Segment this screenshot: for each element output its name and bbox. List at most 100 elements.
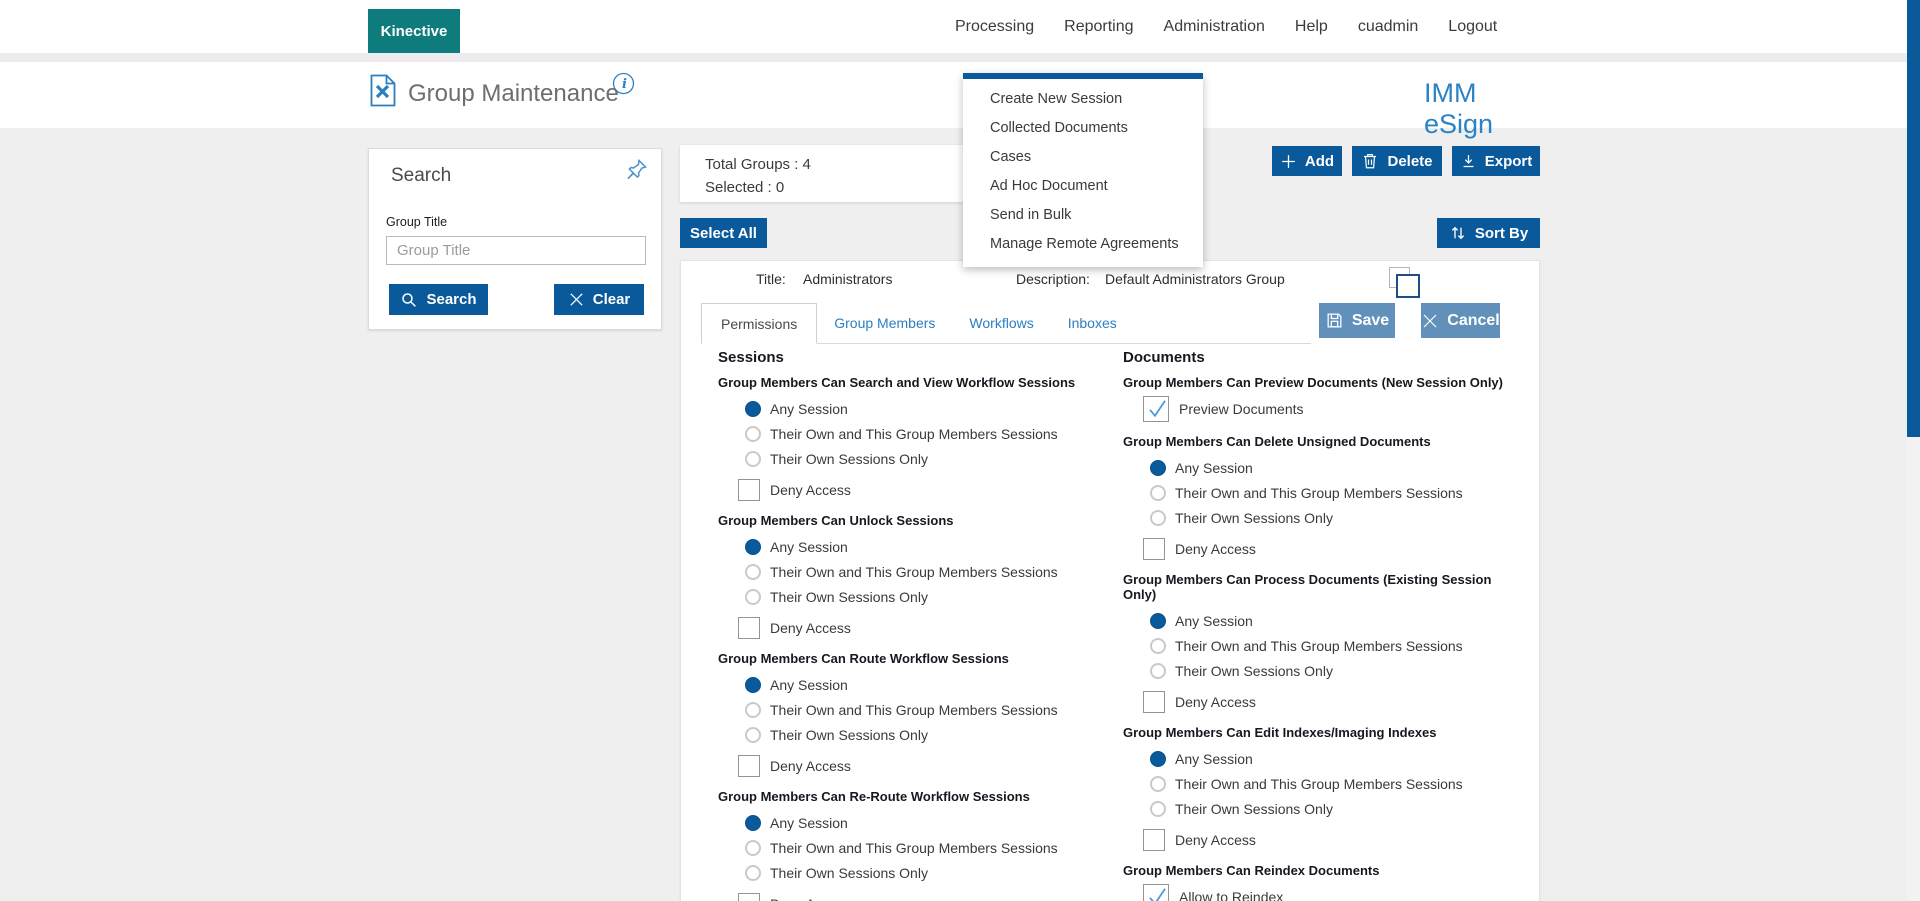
checkbox-row[interactable]: Preview Documents — [1143, 396, 1523, 422]
menu-item-cases[interactable]: Cases — [963, 143, 1203, 172]
checkbox-deny-access[interactable] — [738, 893, 760, 901]
checkbox-allow-to-reindex[interactable] — [1143, 884, 1169, 901]
nav-item-administration[interactable]: Administration — [1164, 18, 1265, 36]
radio-label: Any Session — [770, 677, 848, 693]
radio-row[interactable]: Their Own Sessions Only — [718, 584, 1118, 609]
group-select-checkbox[interactable] — [1389, 267, 1421, 299]
radio-row[interactable]: Their Own Sessions Only — [718, 446, 1118, 471]
tab-workflows[interactable]: Workflows — [952, 303, 1050, 343]
menu-item-collected-documents[interactable]: Collected Documents — [963, 114, 1203, 143]
checkbox-row[interactable]: Deny Access — [738, 893, 1118, 901]
export-button[interactable]: Export — [1452, 146, 1540, 176]
info-icon[interactable]: i — [612, 72, 635, 95]
radio-row[interactable]: Any Session — [1123, 746, 1523, 771]
radio-their-own-sessions-only[interactable] — [1150, 510, 1166, 526]
radio-row[interactable]: Their Own Sessions Only — [1123, 505, 1523, 530]
checkbox-label: Allow to Reindex — [1179, 889, 1283, 901]
radio-row[interactable]: Any Session — [718, 672, 1118, 697]
radio-row[interactable]: Their Own and This Group Members Session… — [1123, 480, 1523, 505]
page-scrollbar[interactable] — [1907, 0, 1920, 901]
checkbox-row[interactable]: Deny Access — [1143, 829, 1523, 851]
radio-their-own-and-this-group-members-sessions[interactable] — [1150, 776, 1166, 792]
tab-permissions[interactable]: Permissions — [701, 303, 817, 344]
radio-any-session[interactable] — [1150, 460, 1166, 476]
checkbox-row[interactable]: Deny Access — [738, 617, 1118, 639]
radio-row[interactable]: Any Session — [718, 396, 1118, 421]
radio-their-own-sessions-only[interactable] — [745, 727, 761, 743]
checkbox-deny-access[interactable] — [1143, 829, 1165, 851]
radio-their-own-and-this-group-members-sessions[interactable] — [1150, 638, 1166, 654]
cancel-button[interactable]: Cancel — [1421, 303, 1500, 338]
radio-row[interactable]: Their Own and This Group Members Session… — [1123, 633, 1523, 658]
radio-any-session[interactable] — [745, 539, 761, 555]
radio-their-own-sessions-only[interactable] — [1150, 663, 1166, 679]
checkbox-deny-access[interactable] — [1143, 538, 1165, 560]
nav-item-reporting[interactable]: Reporting — [1064, 18, 1133, 36]
sort-by-button[interactable]: Sort By — [1437, 218, 1540, 248]
nav-item-help[interactable]: Help — [1295, 18, 1328, 36]
add-button[interactable]: Add — [1272, 146, 1342, 176]
radio-their-own-and-this-group-members-sessions[interactable] — [745, 702, 761, 718]
menu-item-ad-hoc-document[interactable]: Ad Hoc Document — [963, 172, 1203, 201]
checkbox-deny-access[interactable] — [738, 755, 760, 777]
checkbox-row[interactable]: Deny Access — [738, 479, 1118, 501]
select-all-button[interactable]: Select All — [680, 218, 767, 248]
radio-row[interactable]: Their Own Sessions Only — [1123, 658, 1523, 683]
scrollbar-thumb[interactable] — [1907, 0, 1920, 437]
radio-their-own-sessions-only[interactable] — [745, 451, 761, 467]
nav-item-processing[interactable]: Processing — [955, 18, 1034, 36]
menu-item-send-in-bulk[interactable]: Send in Bulk — [963, 201, 1203, 230]
radio-row[interactable]: Any Session — [718, 810, 1118, 835]
clear-button[interactable]: Clear — [554, 284, 644, 315]
plus-icon — [1280, 153, 1297, 170]
checkbox-row[interactable]: Deny Access — [738, 755, 1118, 777]
radio-their-own-sessions-only[interactable] — [1150, 801, 1166, 817]
radio-any-session[interactable] — [745, 677, 761, 693]
perm-column-heading: Sessions — [718, 349, 1118, 366]
checkbox-deny-access[interactable] — [1143, 691, 1165, 713]
pin-icon[interactable] — [621, 157, 649, 185]
checkbox-row[interactable]: Allow to Reindex — [1143, 884, 1523, 901]
radio-row[interactable]: Their Own and This Group Members Session… — [1123, 771, 1523, 796]
menu-item-create-new-session[interactable]: Create New Session — [963, 85, 1203, 114]
radio-row[interactable]: Their Own and This Group Members Session… — [718, 697, 1118, 722]
radio-row[interactable]: Any Session — [1123, 608, 1523, 633]
tab-inboxes[interactable]: Inboxes — [1051, 303, 1134, 343]
radio-their-own-and-this-group-members-sessions[interactable] — [745, 840, 761, 856]
checkbox-deny-access[interactable] — [738, 617, 760, 639]
checkbox-preview-documents[interactable] — [1143, 396, 1169, 422]
radio-their-own-and-this-group-members-sessions[interactable] — [1150, 485, 1166, 501]
radio-row[interactable]: Their Own Sessions Only — [1123, 796, 1523, 821]
menu-item-manage-remote-agreements[interactable]: Manage Remote Agreements — [963, 230, 1203, 259]
title-value: Administrators — [803, 271, 892, 287]
nav-item-cuadmin[interactable]: cuadmin — [1358, 18, 1418, 36]
radio-any-session[interactable] — [745, 815, 761, 831]
radio-their-own-and-this-group-members-sessions[interactable] — [745, 426, 761, 442]
delete-button[interactable]: Delete — [1352, 146, 1442, 176]
radio-label: Their Own and This Group Members Session… — [1175, 485, 1463, 501]
radio-row[interactable]: Their Own and This Group Members Session… — [718, 835, 1118, 860]
radio-row[interactable]: Their Own and This Group Members Session… — [718, 559, 1118, 584]
checkbox-row[interactable]: Deny Access — [1143, 691, 1523, 713]
radio-any-session[interactable] — [1150, 751, 1166, 767]
checkbox-row[interactable]: Deny Access — [1143, 538, 1523, 560]
radio-row[interactable]: Their Own Sessions Only — [718, 860, 1118, 885]
save-button[interactable]: Save — [1319, 303, 1395, 338]
radio-row[interactable]: Any Session — [1123, 455, 1523, 480]
group-title-input[interactable] — [386, 236, 646, 265]
tab-group-members[interactable]: Group Members — [817, 303, 952, 343]
radio-row[interactable]: Any Session — [718, 534, 1118, 559]
download-icon — [1460, 153, 1477, 170]
nav-item-logout[interactable]: Logout — [1448, 18, 1497, 36]
kinective-logo[interactable]: Kinective — [368, 9, 460, 53]
radio-their-own-and-this-group-members-sessions[interactable] — [745, 564, 761, 580]
total-groups-text: Total Groups : 4 — [705, 153, 965, 176]
radio-row[interactable]: Their Own and This Group Members Session… — [718, 421, 1118, 446]
checkbox-deny-access[interactable] — [738, 479, 760, 501]
radio-any-session[interactable] — [1150, 613, 1166, 629]
radio-their-own-sessions-only[interactable] — [745, 865, 761, 881]
radio-any-session[interactable] — [745, 401, 761, 417]
radio-row[interactable]: Their Own Sessions Only — [718, 722, 1118, 747]
search-button[interactable]: Search — [389, 284, 488, 315]
radio-their-own-sessions-only[interactable] — [745, 589, 761, 605]
